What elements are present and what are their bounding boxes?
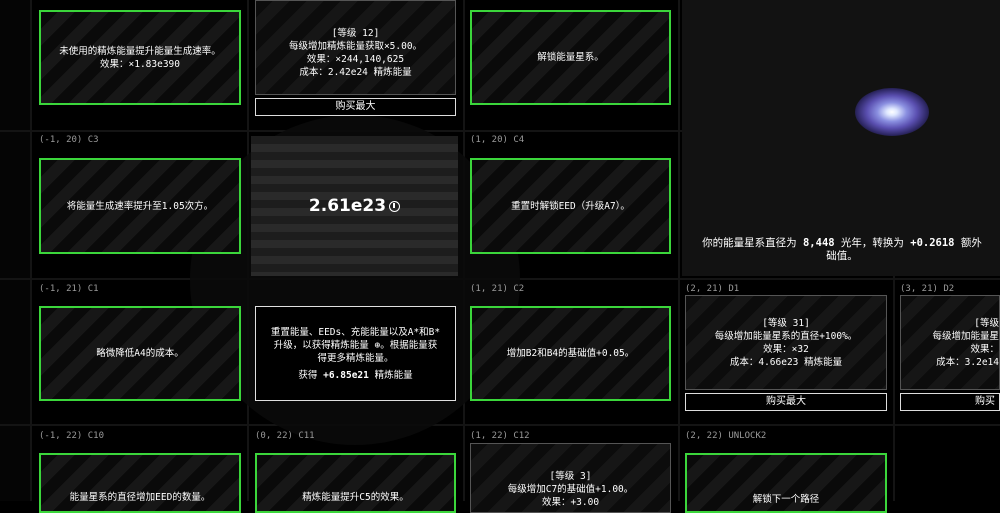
card-text: 重置时解锁EED（升级A7）。 <box>511 200 630 212</box>
cell-label: (2, 21) D1 <box>685 284 740 294</box>
cell-label: (1, 21) C2 <box>470 284 525 294</box>
card-text: 解锁能量星系。 <box>537 52 604 63</box>
upgrade-card-c11[interactable]: 精炼能量提升C5的效果。 <box>255 453 456 513</box>
galaxy-info: 你的能量星系直径为 8,448 光年，转换为 +0.2618 额外 础值。 <box>702 237 982 262</box>
galaxy-bonus: +0.2618 <box>910 237 955 249</box>
galaxy-icon <box>855 88 929 136</box>
cell-label: (-1, 22) C10 <box>39 431 105 441</box>
cell-label: (1, 22) C12 <box>470 431 530 441</box>
buy-max-button[interactable]: 购买 <box>900 393 1000 411</box>
upgrade-card-c12[interactable]: [等级 3] 每级增加C7的基础值+1.00。 效果：+3.00 <box>470 443 671 513</box>
card-effect: 效果：×244,140,625 <box>306 53 405 65</box>
cell-label: (-1, 21) C1 <box>39 284 99 294</box>
upgrade-card-c10[interactable]: 能量星系的直径增加EED的数量。 <box>39 453 241 513</box>
upgrade-card-d1[interactable]: [等级 31] 每级增加能量星系的直径+100%。 效果：×32 成本：4.66… <box>685 295 887 390</box>
card-level: [等级 31] <box>762 317 810 329</box>
card-level: [等级 <box>974 317 999 329</box>
upgrade-card-unused-refined[interactable]: 未使用的精炼能量提升能量生成速率。 效果：×1.83e390 <box>39 10 241 105</box>
refined-energy-amount: 2.61e23 <box>308 196 387 216</box>
refine-reset-button[interactable]: 重置能量、EEDs、充能能量以及A*和B* 升级，以获得精炼能量 ⊕。根据能量获… <box>255 306 456 401</box>
card-text: 每级增加精炼能量获取×5.00。 <box>288 40 423 52</box>
galaxy-panel <box>682 0 1000 276</box>
cell-label: (-1, 20) C3 <box>39 135 99 145</box>
card-text: 解锁下一个路径 <box>752 494 820 505</box>
card-text: 略微降低A4的成本。 <box>96 348 184 359</box>
card-effect: 效果：+3.00 <box>541 497 600 508</box>
card-level: [等级 12] <box>331 27 380 39</box>
upgrade-card-unlock-galaxy[interactable]: 解锁能量星系。 <box>470 10 671 105</box>
card-text: 将能量生成速率提升至1.05次方。 <box>66 200 214 212</box>
unlock-card-path[interactable]: 解锁下一个路径 <box>685 453 887 513</box>
upgrade-card-d2[interactable]: [等级 每级增加能量星 效果： 成本：3.2e14 <box>900 295 1000 390</box>
card-effect: 效果： <box>970 343 999 355</box>
card-text: 精炼能量提升C5的效果。 <box>302 492 409 503</box>
card-text: 每级增加能量星系的直径+100%。 <box>714 330 858 342</box>
upgrade-card-c3[interactable]: 将能量生成速率提升至1.05次方。 <box>39 158 241 254</box>
card-text: 增加B2和B4的基础值+0.05。 <box>506 348 635 359</box>
refined-energy-icon <box>389 200 401 212</box>
upgrade-card-c2[interactable]: 增加B2和B4的基础值+0.05。 <box>470 306 671 401</box>
refined-energy-display: 2.61e23 <box>251 136 458 276</box>
card-effect: 效果：×32 <box>763 343 809 355</box>
card-text: 未使用的精炼能量提升能量生成速率。 <box>59 45 221 57</box>
buy-max-button[interactable]: 购买最大 <box>255 98 456 116</box>
cell-label: (2, 22) UNLOCK2 <box>685 431 767 441</box>
card-text: 能量星系的直径增加EED的数量。 <box>69 492 211 503</box>
buy-max-button[interactable]: 购买最大 <box>685 393 887 411</box>
card-effect: 效果：×1.83e390 <box>100 58 180 70</box>
card-cost: 成本：3.2e14 <box>936 356 999 368</box>
card-text: 每级增加能量星 <box>932 330 999 342</box>
reset-gain: 获得 +6.85e21 精炼能量 <box>298 369 413 381</box>
card-cost: 成本：4.66e23 精炼能量 <box>729 356 843 368</box>
reset-text: 重置能量、EEDs、充能能量以及A*和B* <box>270 326 441 338</box>
reset-text: 升级，以获得精炼能量 ⊕。根据能量获 <box>273 339 438 351</box>
left-margin-column <box>0 0 30 501</box>
card-cost: 成本：2.42e24 精炼能量 <box>299 66 412 78</box>
upgrade-card-c4[interactable]: 重置时解锁EED（升级A7）。 <box>470 158 671 254</box>
cell-label: (3, 21) D2 <box>900 284 955 294</box>
card-text: 每级增加C7的基础值+1.00。 <box>507 484 634 495</box>
cell-label: (0, 22) C11 <box>255 431 315 441</box>
galaxy-diameter: 8,448 <box>802 237 835 249</box>
upgrade-card-c1[interactable]: 略微降低A4的成本。 <box>39 306 241 401</box>
card-level: [等级 3] <box>549 471 592 482</box>
cell-label: (1, 20) C4 <box>470 135 525 145</box>
reset-text: 得更多精炼能量。 <box>317 352 394 364</box>
upgrade-card-refined-gain[interactable]: [等级 12] 每级增加精炼能量获取×5.00。 效果：×244,140,625… <box>255 0 456 95</box>
